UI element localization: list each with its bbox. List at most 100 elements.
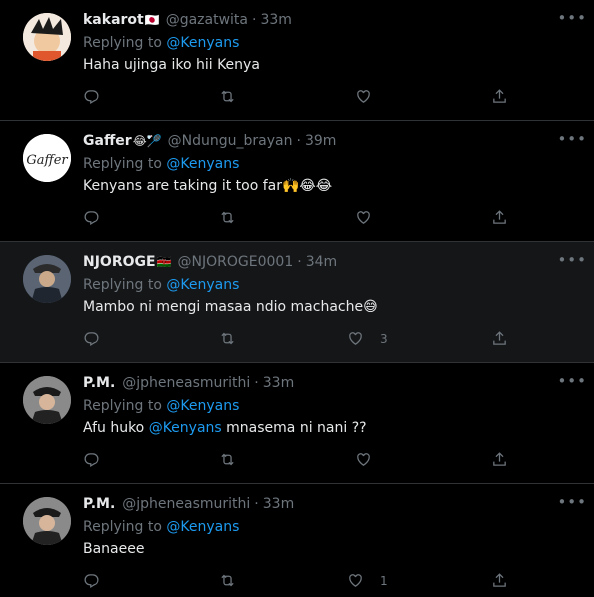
tweet-text-before: Banaeee	[83, 541, 145, 557]
tweet-text: Afu huko @Kenyans mnasema ni nani ??	[83, 420, 367, 436]
timestamp[interactable]: 33m	[260, 12, 291, 28]
separator: ·	[296, 133, 301, 149]
avatar[interactable]	[23, 13, 71, 61]
tweet[interactable]: Gaffer Gaffer 😂🏸 @Ndungu_brayan · 39m ••…	[0, 121, 594, 242]
replying-to: Replying to @Kenyans	[83, 398, 239, 414]
like-icon[interactable]: 1	[347, 572, 388, 589]
tweet-text-before: Haha ujinga iko hii Kenya	[83, 57, 260, 73]
avatar[interactable]	[23, 255, 71, 303]
share-icon[interactable]	[491, 209, 508, 226]
avatar[interactable]	[23, 376, 71, 424]
separator: ·	[254, 496, 259, 512]
separator: ·	[251, 12, 257, 28]
tweet-header: Gaffer 😂🏸 @Ndungu_brayan · 39m	[83, 133, 336, 149]
reply-icon[interactable]	[83, 88, 100, 105]
tweet-actions	[83, 88, 506, 108]
share-icon[interactable]	[491, 330, 508, 347]
avatar[interactable]: Gaffer	[23, 134, 71, 182]
tweet[interactable]: NJOROGE 🇰🇪 @NJOROGE0001 · 34m ••• Replyi…	[0, 242, 594, 363]
replying-mention[interactable]: @Kenyans	[166, 156, 239, 172]
tweet-mention[interactable]: @Kenyans	[149, 420, 222, 436]
separator: ·	[297, 254, 302, 270]
tweet[interactable]: kakarot 🇯🇵 @gazatwita · 33m ••• Replying…	[0, 0, 594, 121]
replying-to: Replying to @Kenyans	[83, 277, 239, 293]
display-name[interactable]: P.M.	[83, 375, 115, 391]
like-icon[interactable]	[355, 209, 388, 226]
share-icon[interactable]	[491, 572, 508, 589]
more-icon[interactable]: •••	[557, 9, 587, 27]
like-icon[interactable]: 3	[347, 330, 388, 347]
replying-to: Replying to @Kenyans	[83, 519, 239, 535]
tweet-text-after: 😅	[363, 299, 378, 315]
tweet-header: P.M. @jpheneasmurithi · 33m	[83, 496, 294, 512]
retweet-icon[interactable]	[219, 572, 236, 589]
tweet-text: Kenyans are taking it too far🙌😂😂	[83, 178, 332, 194]
retweet-icon[interactable]	[219, 451, 236, 468]
share-icon[interactable]	[491, 451, 508, 468]
replying-to: Replying to @Kenyans	[83, 156, 239, 172]
tweet-text: Haha ujinga iko hii Kenya	[83, 57, 260, 73]
timestamp[interactable]: 33m	[263, 496, 294, 512]
tweet-text-after: 🙌😂😂	[281, 178, 333, 194]
tweet-actions: 1	[83, 572, 506, 592]
handle[interactable]: @jpheneasmurithi	[122, 375, 250, 391]
timestamp[interactable]: 39m	[305, 133, 336, 149]
replying-prefix: Replying to	[83, 277, 162, 293]
replying-to: Replying to @Kenyans	[83, 35, 239, 51]
separator: ·	[254, 375, 259, 391]
avatar[interactable]	[23, 497, 71, 545]
replying-mention[interactable]: @Kenyans	[166, 35, 239, 51]
replying-prefix: Replying to	[83, 519, 162, 535]
reply-icon[interactable]	[83, 572, 100, 589]
more-icon[interactable]: •••	[557, 251, 587, 269]
tweet-text: Banaeee	[83, 541, 144, 557]
replying-mention[interactable]: @Kenyans	[166, 519, 239, 535]
reply-icon[interactable]	[83, 330, 100, 347]
more-icon[interactable]: •••	[557, 372, 587, 390]
reply-icon[interactable]	[83, 451, 100, 468]
more-icon[interactable]: •••	[557, 130, 587, 148]
share-icon[interactable]	[491, 88, 508, 105]
name-emoji: 😂🏸	[132, 134, 162, 148]
tweet[interactable]: P.M. @jpheneasmurithi · 33m ••• Replying…	[0, 363, 594, 484]
more-icon[interactable]: •••	[557, 493, 587, 511]
tweet-header: NJOROGE 🇰🇪 @NJOROGE0001 · 34m	[83, 254, 337, 270]
tweet-text-before: Afu huko	[83, 420, 149, 436]
retweet-icon[interactable]	[219, 88, 236, 105]
tweet[interactable]: P.M. @jpheneasmurithi · 33m ••• Replying…	[0, 484, 594, 596]
like-icon[interactable]	[355, 88, 388, 105]
replying-prefix: Replying to	[83, 398, 162, 414]
timestamp[interactable]: 34m	[306, 254, 337, 270]
tweet-actions	[83, 209, 506, 229]
replying-prefix: Replying to	[83, 35, 162, 51]
tweet-header: kakarot 🇯🇵 @gazatwita · 33m	[83, 12, 292, 28]
like-count: 1	[380, 573, 388, 588]
tweet-feed: kakarot 🇯🇵 @gazatwita · 33m ••• Replying…	[0, 0, 594, 596]
tweet-text: Mambo ni mengi masaa ndio machache😅	[83, 299, 378, 315]
like-count: 3	[380, 331, 388, 346]
tweet-text-before: Kenyans are taking it too far	[83, 178, 282, 194]
tweet-header: P.M. @jpheneasmurithi · 33m	[83, 375, 294, 391]
replying-prefix: Replying to	[83, 156, 162, 172]
retweet-icon[interactable]	[219, 209, 236, 226]
display-name[interactable]: Gaffer	[83, 133, 132, 149]
replying-mention[interactable]: @Kenyans	[166, 277, 239, 293]
reply-icon[interactable]	[83, 209, 100, 226]
tweet-text-after: mnasema ni nani ??	[221, 420, 367, 436]
display-name[interactable]: P.M.	[83, 496, 115, 512]
handle[interactable]: @Ndungu_brayan	[168, 133, 293, 149]
name-emoji: 🇯🇵	[144, 13, 160, 27]
retweet-icon[interactable]	[219, 330, 236, 347]
handle[interactable]: @NJOROGE0001	[178, 254, 294, 270]
display-name[interactable]: kakarot	[83, 12, 144, 28]
timestamp[interactable]: 33m	[263, 375, 294, 391]
handle[interactable]: @gazatwita	[166, 12, 248, 28]
handle[interactable]: @jpheneasmurithi	[122, 496, 250, 512]
svg-text:Gaffer: Gaffer	[26, 153, 68, 168]
replying-mention[interactable]: @Kenyans	[166, 398, 239, 414]
name-emoji: 🇰🇪	[156, 255, 172, 269]
tweet-actions	[83, 451, 506, 471]
display-name[interactable]: NJOROGE	[83, 254, 156, 270]
like-icon[interactable]	[355, 451, 388, 468]
tweet-text-before: Mambo ni mengi masaa ndio machache	[83, 299, 364, 315]
